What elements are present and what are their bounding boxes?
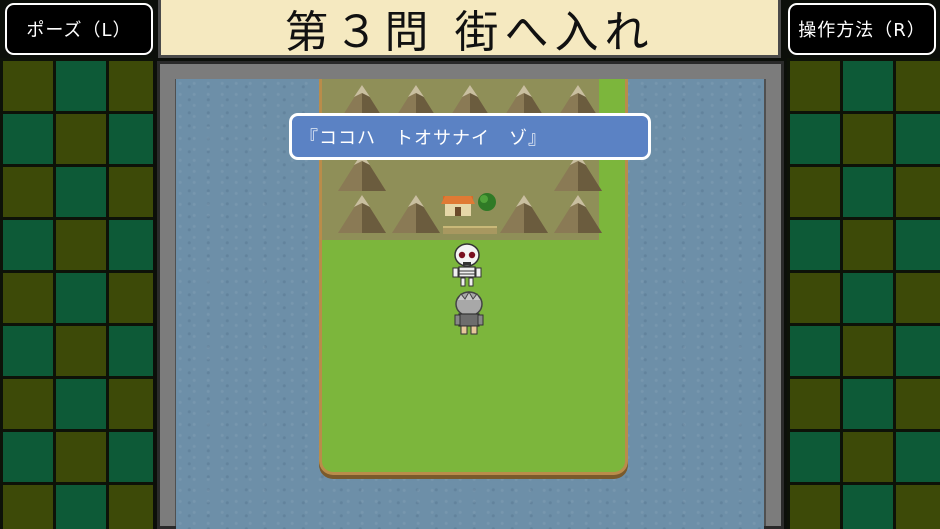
village-house-icon[interactable]	[441, 190, 501, 240]
right-checker-panel	[787, 58, 940, 529]
mountain-icon	[552, 191, 604, 235]
left-checker-panel	[0, 58, 153, 529]
controls-help-button[interactable]: 操作方法（R）	[788, 3, 936, 55]
mountain-icon	[336, 191, 388, 235]
dialog-box: 『ココハ トオサナイ ゾ』	[289, 113, 651, 160]
question-title-bar: 第３問 街へ入れ	[158, 0, 781, 58]
player-character-icon[interactable]	[449, 290, 489, 336]
mountain-icon	[498, 191, 550, 235]
dialog-text: 『ココハ トオサナイ ゾ』	[300, 127, 547, 149]
skeleton-icon[interactable]	[449, 243, 485, 287]
mountain-icon	[390, 191, 442, 235]
question-title: 第３問 街へ入れ	[284, 6, 655, 58]
pause-button[interactable]: ポーズ（L）	[5, 3, 153, 55]
